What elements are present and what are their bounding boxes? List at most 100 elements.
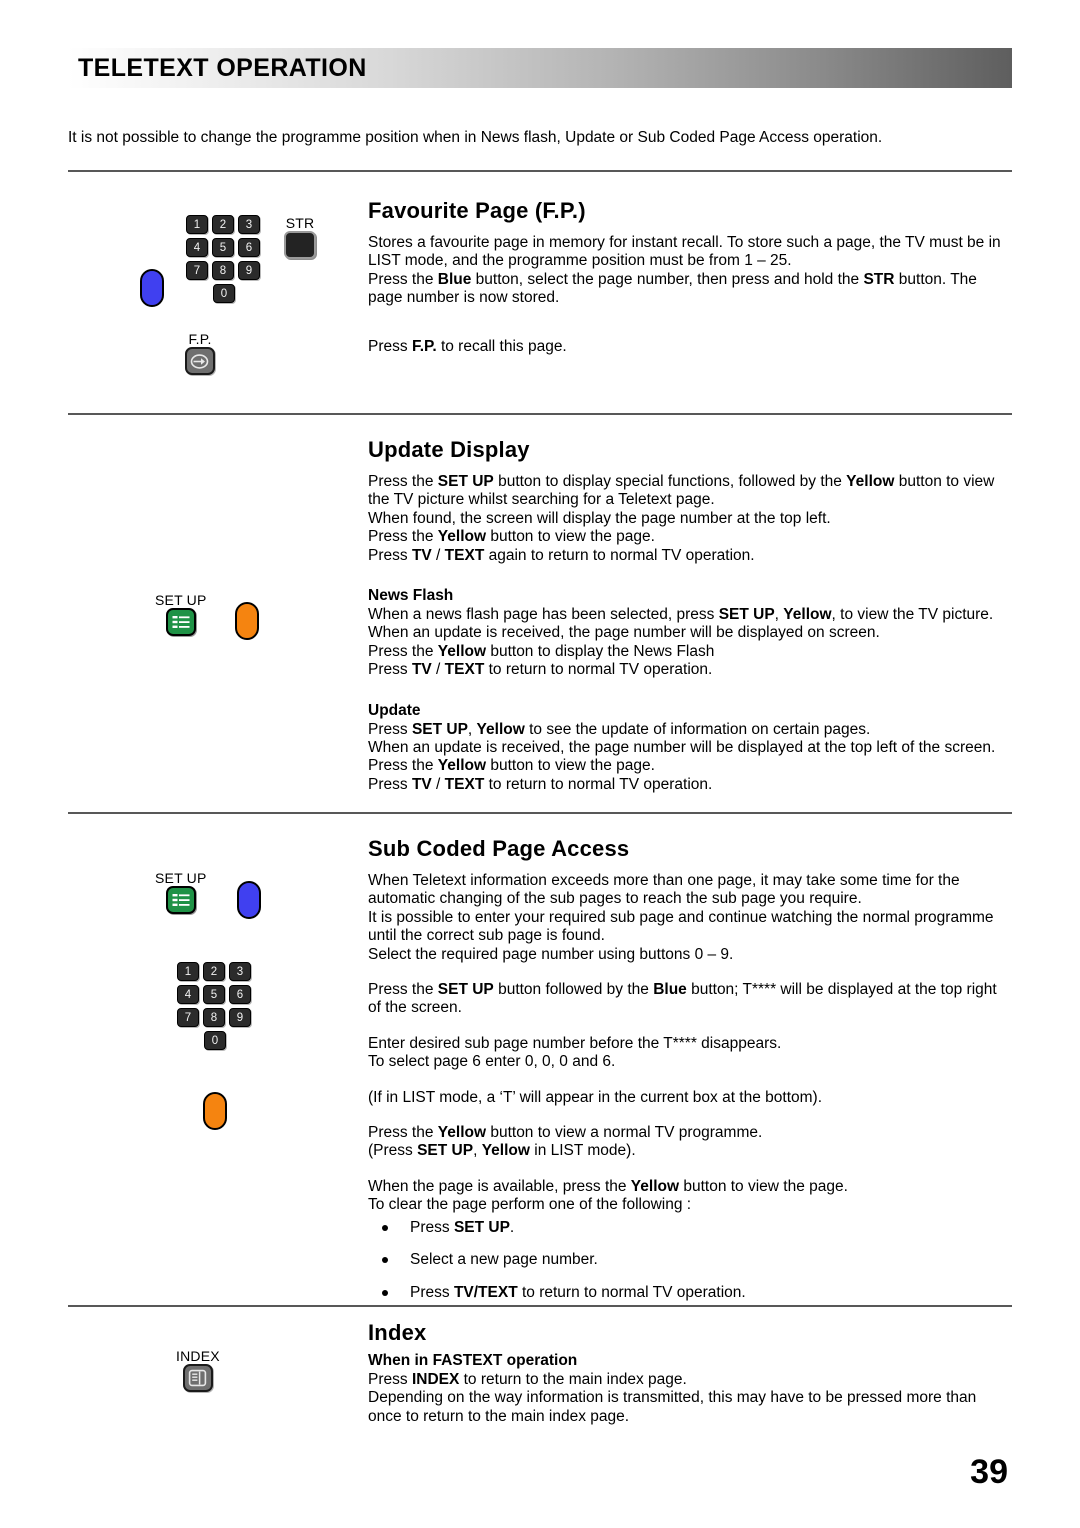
nf-p1-sep: ,: [774, 606, 784, 624]
key-9-b[interactable]: 9: [229, 1008, 251, 1027]
ud-paragraph-2: When found, the screen will display the …: [368, 509, 831, 527]
key-1[interactable]: 1: [186, 215, 208, 234]
nf-p3-post: to return to normal TV operation.: [484, 661, 713, 679]
blue-button-icon-2[interactable]: [236, 881, 261, 919]
sc-p10-pre: When the page is available, press the: [368, 1177, 631, 1195]
sc-p8-pre: Press the: [368, 1124, 438, 1142]
yellow-button-icon-2[interactable]: [203, 1092, 227, 1130]
bullet-dot-icon: [382, 1289, 388, 1296]
nf-p3-text: TEXT: [444, 661, 485, 679]
key-4-b[interactable]: 4: [177, 985, 199, 1004]
list-item: Select a new page number.: [368, 1251, 1008, 1269]
upd-p3-post: button to view the page.: [486, 757, 655, 775]
divider-top: [68, 170, 1012, 172]
sc-p8-post: button to view a normal TV programme.: [486, 1124, 763, 1142]
setup-button-icon-2[interactable]: [165, 886, 196, 914]
nf-paragraph-3: Press TV / TEXT to return to normal TV o…: [368, 661, 1008, 679]
upd-p1-post: to see the update of information on cert…: [524, 720, 871, 738]
key-6-b[interactable]: 6: [229, 985, 251, 1004]
key-3[interactable]: 3: [238, 215, 260, 234]
upd-paragraph-4: Press TV / TEXT to return to normal TV o…: [368, 776, 1008, 794]
key-3-b[interactable]: 3: [229, 962, 251, 981]
favourite-page-title: Favourite Page (F.P.): [368, 198, 586, 223]
fp-p3-post: to recall this page.: [436, 337, 567, 355]
key-8[interactable]: 8: [212, 261, 234, 280]
divider-sub-coded: [68, 812, 1012, 814]
key-7-b[interactable]: 7: [177, 1008, 199, 1027]
sc-b3-pre: Press: [410, 1283, 454, 1301]
upd-paragraph-3: Press the Yellow button to view the page…: [368, 757, 1008, 775]
nf-p3-sep: /: [431, 661, 445, 679]
favourite-page-button-icon[interactable]: [185, 347, 215, 375]
ud-p3-yellow: Yellow: [437, 528, 487, 546]
key-8-b[interactable]: 8: [203, 1008, 225, 1027]
sc-paragraph-7: (If in LIST mode, a ‘T’ will appear in t…: [368, 1088, 823, 1106]
fp-p3-fp: F.P.: [411, 337, 437, 355]
key-0-b[interactable]: 0: [204, 1031, 226, 1050]
sc-p9-sep: ,: [473, 1142, 482, 1160]
index-text: Index When in FASTEXT operation Press IN…: [368, 1320, 1008, 1426]
key-0[interactable]: 0: [213, 284, 235, 303]
fp-p3-pre: Press: [368, 337, 412, 355]
key-2[interactable]: 2: [212, 215, 234, 234]
upd-p3-pre: Press the: [368, 757, 438, 775]
sc-p4-pre: Press the: [368, 981, 438, 999]
nf-p1-setup: SET UP: [718, 606, 775, 624]
favourite-page-paragraph-3: Press F.P. to recall this page.: [368, 338, 1008, 356]
ud-p3-pre: Press the: [368, 528, 438, 546]
key-9[interactable]: 9: [238, 261, 260, 280]
blue-button-icon[interactable]: [140, 269, 164, 307]
sc-p9-post: in LIST mode).: [529, 1142, 636, 1160]
sc-paragraph-8: Press the Yellow button to view a normal…: [368, 1124, 1008, 1142]
upd-p4-tv: TV: [411, 775, 432, 793]
nf-paragraph-1: When a news flash page has been selected…: [368, 606, 1008, 643]
idx-p1-pre: Press: [368, 1371, 412, 1388]
key-5-b[interactable]: 5: [203, 985, 225, 1004]
idx-p1-post: to return to the main index page.: [459, 1371, 687, 1388]
ud-p1-setup: SET UP: [437, 473, 494, 490]
nf-p3-tv: TV: [411, 661, 432, 679]
favourite-page-text: Favourite Page (F.P.) Stores a favourite…: [368, 198, 1008, 356]
fastext-heading: When in FASTEXT operation: [368, 1352, 578, 1369]
key-7[interactable]: 7: [186, 261, 208, 280]
index-button-icon[interactable]: [182, 1364, 213, 1392]
setup-button-label-2: SET UP: [155, 870, 207, 886]
upd-p4-text: TEXT: [444, 775, 485, 793]
ud-paragraph-4: Press TV / TEXT again to return to norma…: [368, 547, 1008, 565]
divider-update-display: [68, 413, 1012, 415]
yellow-button-icon-1[interactable]: [234, 602, 259, 640]
numeric-keypad-icon-2[interactable]: 1 2 3 4 5 6 7 8 9 0: [177, 962, 253, 1050]
str-button-icon[interactable]: [284, 231, 316, 259]
setup-button-icon-1[interactable]: [165, 608, 196, 636]
sc-paragraph-5: Enter desired sub page number before the…: [368, 1034, 782, 1052]
ud-p1-mid: button to display special functions, fol…: [493, 473, 847, 490]
fp-p2-mid: button, select the page number, then pre…: [471, 270, 864, 288]
key-5[interactable]: 5: [212, 238, 234, 257]
upd-p4-sep: /: [431, 775, 445, 793]
sc-paragraph-9: (Press SET UP, Yellow in LIST mode).: [368, 1142, 1008, 1160]
nf-p1-pre: When a news flash page has been selected…: [368, 606, 719, 624]
update-display-title: Update Display: [368, 437, 530, 462]
page-title: TELETEXT OPERATION: [78, 54, 367, 82]
sc-p4-setup: SET UP: [437, 981, 494, 999]
page-number: 39: [970, 1453, 1008, 1491]
sc-paragraph-6: To select page 6 enter 0, 0, 0 and 6.: [368, 1053, 616, 1071]
update-display-text: Update Display Press the SET UP button t…: [368, 437, 1008, 794]
numeric-keypad-icon[interactable]: 1 2 3 4 5 6 7 8 9 0: [186, 215, 262, 307]
key-6[interactable]: 6: [238, 238, 260, 257]
sc-b2-text: Select a new page number.: [410, 1251, 598, 1269]
sub-coded-bullet-list: Press SET UP. Select a new page number. …: [368, 1219, 1008, 1302]
key-2-b[interactable]: 2: [203, 962, 225, 981]
idx-paragraph-2: Depending on the way information is tran…: [368, 1389, 977, 1425]
nf-p3-pre: Press: [368, 661, 412, 679]
list-item: Press SET UP.: [368, 1219, 1008, 1237]
sc-p8-yellow: Yellow: [437, 1124, 487, 1142]
upd-p4-pre: Press: [368, 775, 412, 793]
ud-p4-tv: TV: [411, 546, 432, 564]
sc-paragraph-11: To clear the page perform one of the fol…: [368, 1196, 692, 1214]
key-4[interactable]: 4: [186, 238, 208, 257]
key-1-b[interactable]: 1: [177, 962, 199, 981]
upd-p1-yellow: Yellow: [476, 720, 525, 738]
setup-list-glyph-icon: [172, 616, 190, 628]
sc-paragraph-2: It is possible to enter your required su…: [368, 908, 994, 945]
